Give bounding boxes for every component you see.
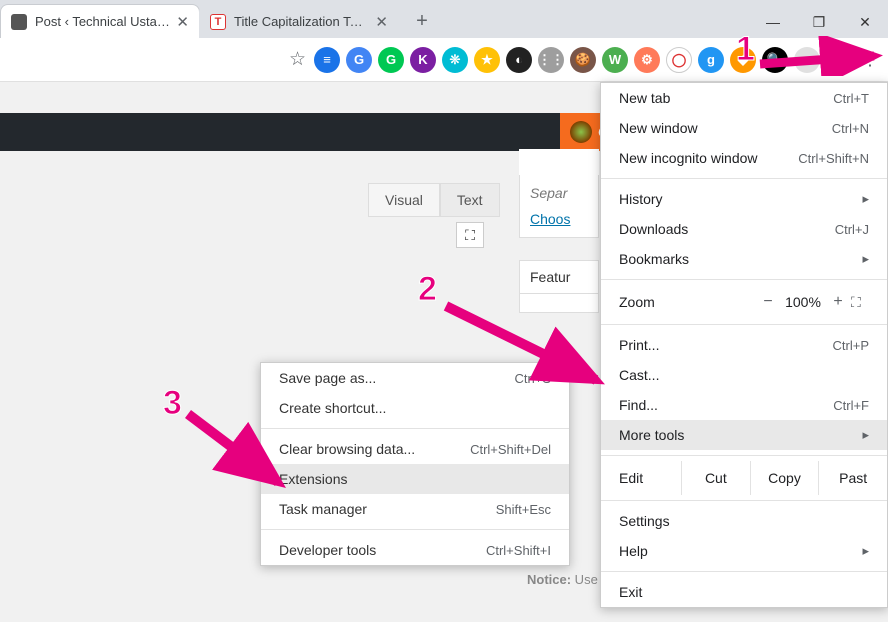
tab-title-2: Title Capitalization Tool - Capitali: [234, 14, 369, 29]
chrome-main-menu: New tabCtrl+T New windowCtrl+N New incog…: [600, 82, 888, 608]
choose-link[interactable]: Choos: [519, 211, 599, 238]
empty-box: [519, 149, 599, 175]
maximize-button[interactable]: ❐: [796, 6, 842, 38]
tab-text[interactable]: Text: [440, 183, 500, 217]
menu-separator: [601, 455, 887, 456]
favicon-2: T: [210, 14, 226, 30]
tab-visual[interactable]: Visual: [368, 183, 440, 217]
close-icon[interactable]: ✕: [176, 13, 189, 31]
annotation-3: 3: [163, 384, 182, 423]
chevron-right-icon: ▸: [862, 191, 869, 207]
new-tab-button[interactable]: +: [408, 7, 436, 35]
arrow-3: [182, 406, 292, 496]
ext-yellow-star[interactable]: ★: [474, 47, 500, 73]
separate-text: Separ: [519, 175, 599, 211]
menu-new-window[interactable]: New windowCtrl+N: [601, 113, 887, 143]
arrow-2: [440, 296, 610, 396]
submenu-task-manager[interactable]: Task managerShift+Esc: [261, 494, 569, 524]
chevron-right-icon: ▸: [862, 251, 869, 267]
chevron-right-icon: ▸: [862, 543, 869, 559]
plugin-icon: [570, 121, 592, 143]
submenu-extensions[interactable]: Extensions: [261, 464, 569, 494]
fullscreen-button[interactable]: ⛶: [851, 294, 869, 311]
ext-dark[interactable]: ◐: [506, 47, 532, 73]
favicon-1: [11, 14, 27, 30]
menu-separator: [601, 324, 887, 325]
ext-grid[interactable]: ⋮⋮: [538, 47, 564, 73]
featured-box-title: Featur: [519, 260, 599, 293]
menu-more-tools[interactable]: More tools▸: [601, 420, 887, 450]
menu-separator: [601, 279, 887, 280]
edit-label: Edit: [619, 470, 681, 486]
annotation-1: 1: [736, 30, 755, 69]
ext-teal-star[interactable]: ❊: [442, 47, 468, 73]
tab-title-1: Post ‹ Technical Ustad -: [35, 14, 170, 29]
zoom-value: 100%: [781, 294, 825, 310]
zoom-in-button[interactable]: +: [825, 293, 851, 311]
ext-hubspot[interactable]: ⚙: [634, 47, 660, 73]
edit-paste[interactable]: Past: [818, 461, 887, 495]
tab-active[interactable]: Post ‹ Technical Ustad - ✕: [0, 4, 200, 38]
menu-print[interactable]: Print...Ctrl+P: [601, 330, 887, 360]
edit-cut[interactable]: Cut: [681, 461, 750, 495]
menu-exit[interactable]: Exit: [601, 577, 887, 607]
menu-bookmarks[interactable]: Bookmarks▸: [601, 244, 887, 274]
chevron-right-icon: ▸: [862, 427, 869, 443]
submenu-clear-data[interactable]: Clear browsing data...Ctrl+Shift+Del: [261, 434, 569, 464]
ext-green-w[interactable]: W: [602, 47, 628, 73]
editor-tabs: Visual Text: [368, 183, 500, 217]
edit-copy[interactable]: Copy: [750, 461, 819, 495]
sidebar-column: Separ Choos Featur: [519, 149, 599, 313]
menu-separator: [601, 500, 887, 501]
submenu-dev-tools[interactable]: Developer toolsCtrl+Shift+I: [261, 535, 569, 565]
close-window-button[interactable]: ✕: [842, 6, 888, 38]
ext-cookie[interactable]: 🍪: [570, 47, 596, 73]
menu-separator: [601, 178, 887, 179]
menu-cast[interactable]: Cast...: [601, 360, 887, 390]
menu-history[interactable]: History▸: [601, 184, 887, 214]
menu-find[interactable]: Find...Ctrl+F: [601, 390, 887, 420]
bookmark-star-icon[interactable]: ☆: [289, 48, 306, 71]
ext-blue-lines[interactable]: ≡: [314, 47, 340, 73]
ext-k[interactable]: K: [410, 47, 436, 73]
menu-settings[interactable]: Settings: [601, 506, 887, 536]
zoom-label: Zoom: [619, 294, 755, 310]
menu-new-incognito[interactable]: New incognito windowCtrl+Shift+N: [601, 143, 887, 173]
menu-separator: [261, 428, 569, 429]
window-controls: — ❐ ✕: [750, 6, 888, 38]
notice-label: Notice:: [527, 572, 571, 587]
minimize-button[interactable]: —: [750, 6, 796, 38]
arrow-1: [756, 36, 886, 76]
menu-help[interactable]: Help▸: [601, 536, 887, 566]
admin-bar: [0, 113, 560, 151]
submenu-create-shortcut[interactable]: Create shortcut...: [261, 393, 569, 423]
ext-pokeball[interactable]: ◯: [666, 47, 692, 73]
zoom-out-button[interactable]: −: [755, 293, 781, 311]
ext-g-blue[interactable]: g: [698, 47, 724, 73]
menu-zoom-row: Zoom − 100% + ⛶: [601, 285, 887, 319]
menu-downloads[interactable]: DownloadsCtrl+J: [601, 214, 887, 244]
menu-new-tab[interactable]: New tabCtrl+T: [601, 83, 887, 113]
tab-inactive[interactable]: T Title Capitalization Tool - Capitali ✕: [199, 4, 399, 38]
menu-edit-row: Edit Cut Copy Past: [601, 461, 887, 495]
menu-separator: [261, 529, 569, 530]
fullscreen-icon[interactable]: ⛶: [456, 222, 484, 248]
close-icon[interactable]: ✕: [375, 13, 388, 31]
annotation-2: 2: [418, 270, 437, 309]
ext-google-translate[interactable]: G: [346, 47, 372, 73]
menu-separator: [601, 571, 887, 572]
ext-grammarly[interactable]: G: [378, 47, 404, 73]
